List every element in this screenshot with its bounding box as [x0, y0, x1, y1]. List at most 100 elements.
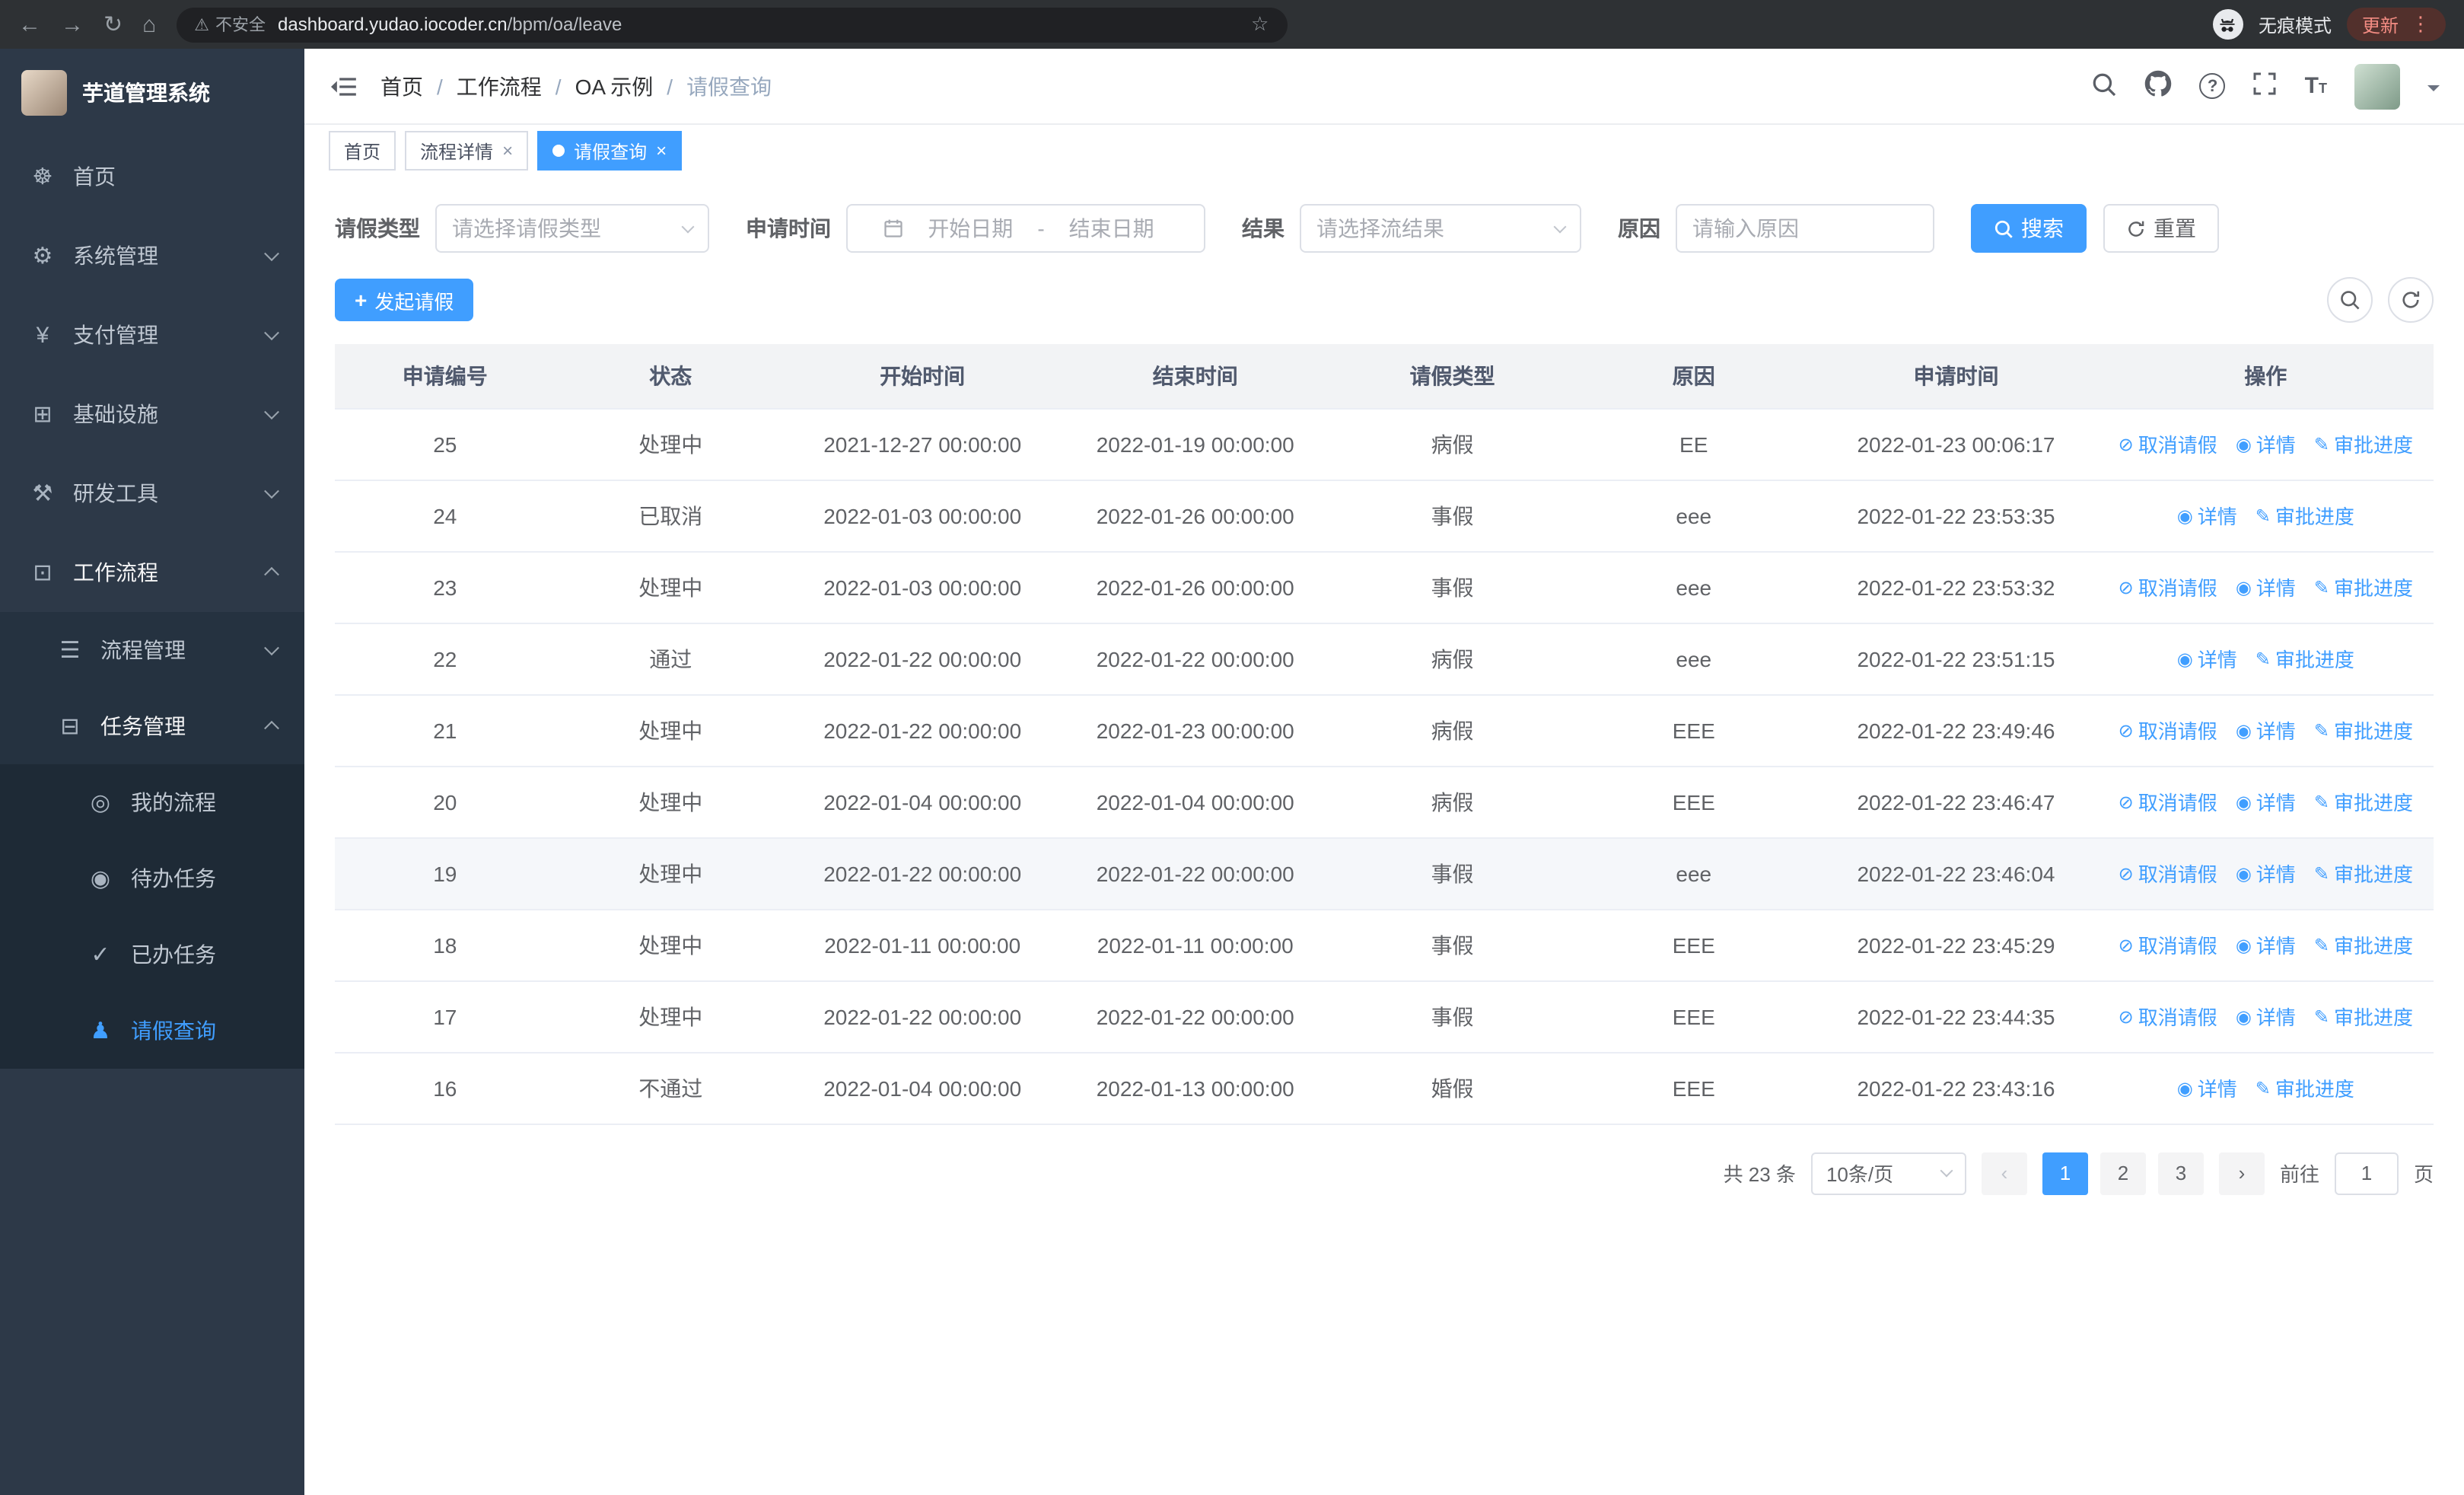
chevron-down-icon[interactable] — [2427, 84, 2440, 97]
sidebar-item-done-tasks[interactable]: ✓ 已办任务 — [0, 916, 304, 993]
detail-action-link[interactable]: ◉ 详情 — [2177, 501, 2237, 530]
font-size-icon[interactable]: TT — [2305, 73, 2327, 99]
goto-page-input[interactable] — [2334, 1152, 2399, 1194]
sidebar-item-system-management[interactable]: ⚙ 系统管理 — [0, 216, 304, 295]
progress-action-link[interactable]: ✎ 审批进度 — [2314, 716, 2413, 744]
detail-action-link[interactable]: ◉ 详情 — [2177, 644, 2237, 673]
prev-page-button[interactable]: ‹ — [1981, 1152, 2027, 1194]
sidebar-item-payment-management[interactable]: ¥ 支付管理 — [0, 295, 304, 375]
cancel-action-link[interactable]: ⊘ 取消请假 — [2119, 572, 2217, 601]
bookmark-star-icon[interactable]: ☆ — [1251, 12, 1269, 37]
detail-action-link[interactable]: ◉ 详情 — [2236, 572, 2296, 601]
table-cell: 21 — [335, 694, 556, 767]
tags-view-tab[interactable]: 请假查询 × — [537, 131, 683, 171]
cancel-action-link[interactable]: ⊘ 取消请假 — [2119, 429, 2217, 458]
search-button[interactable]: 搜索 — [1971, 204, 2087, 253]
forward-button[interactable]: → — [61, 13, 84, 36]
progress-action-link[interactable]: ✎ 审批进度 — [2255, 644, 2354, 673]
page-size-value: 10条/页 — [1826, 1163, 1894, 1186]
security-status[interactable]: ⚠ 不安全 — [194, 12, 266, 37]
github-icon[interactable] — [2145, 70, 2173, 102]
create-leave-button[interactable]: + 发起请假 — [335, 279, 474, 321]
detail-icon: ◉ — [2235, 862, 2252, 884]
page-buttons: 123 — [2042, 1152, 2204, 1194]
help-icon[interactable]: ? — [2199, 73, 2226, 99]
date-range-picker[interactable]: - — [846, 204, 1205, 253]
sidebar-item-infrastructure[interactable]: ⊞ 基础设施 — [0, 375, 304, 454]
leave-type-select[interactable]: 请选择请假类型 — [435, 204, 709, 253]
progress-action-link[interactable]: ✎ 审批进度 — [2314, 930, 2413, 959]
progress-action-link[interactable]: ✎ 审批进度 — [2255, 501, 2354, 530]
table-cell: 2022-01-03 00:00:00 — [785, 551, 1059, 623]
cancel-action-link[interactable]: ⊘ 取消请假 — [2119, 787, 2217, 816]
progress-action-link[interactable]: ✎ 审批进度 — [2314, 572, 2413, 601]
cancel-action-link[interactable]: ⊘ 取消请假 — [2119, 859, 2217, 888]
sidebar-item-dev-tools[interactable]: ⚒ 研发工具 — [0, 454, 304, 533]
breadcrumb-item[interactable]: 首页 — [380, 71, 423, 101]
fullscreen-icon[interactable] — [2253, 72, 2278, 100]
progress-action-link[interactable]: ✎ 审批进度 — [2314, 787, 2413, 816]
sidebar-item-home[interactable]: ☸ 首页 — [0, 137, 304, 216]
sidebar-item-process-management[interactable]: ☰ 流程管理 — [0, 612, 304, 688]
progress-action-link[interactable]: ✎ 审批进度 — [2314, 1002, 2413, 1031]
avatar[interactable] — [2354, 63, 2400, 109]
home-button[interactable]: ⌂ — [142, 13, 156, 36]
detail-action-link[interactable]: ◉ 详情 — [2177, 1073, 2237, 1102]
detail-action-link[interactable]: ◉ 详情 — [2236, 716, 2296, 744]
result-placeholder: 请选择流结果 — [1316, 216, 1444, 241]
close-icon[interactable]: × — [656, 140, 667, 161]
table-toolbar: + 发起请假 — [335, 277, 2434, 323]
table-row: 22 通过 2022-01-22 00:00:00 2022-01-22 00:00:… — [335, 623, 2434, 695]
breadcrumb-item[interactable]: OA 示例 — [575, 71, 654, 101]
detail-action-link[interactable]: ◉ 详情 — [2236, 1002, 2296, 1031]
detail-action-link[interactable]: ◉ 详情 — [2236, 859, 2296, 888]
sidebar-item-label: 支付管理 — [73, 323, 158, 347]
close-icon[interactable]: × — [502, 140, 513, 161]
address-bar[interactable]: ⚠ 不安全 dashboard.yudao.iocoder.cn/bpm/oa/… — [176, 7, 1288, 42]
browser-menu-icon[interactable]: ⋮ — [2411, 12, 2431, 37]
detail-icon: ◉ — [2235, 934, 2252, 955]
table-cell: eee — [1573, 551, 1815, 623]
sidebar-item-my-process[interactable]: ◎ 我的流程 — [0, 764, 304, 840]
refresh-table-button[interactable] — [2388, 277, 2434, 323]
reload-button[interactable]: ↻ — [103, 13, 123, 36]
start-date-input[interactable] — [912, 216, 1029, 241]
app-logo[interactable]: 芋道管理系统 — [0, 49, 304, 137]
reason-input[interactable] — [1676, 204, 1934, 253]
page-button-2[interactable]: 2 — [2099, 1152, 2146, 1194]
cancel-action-link[interactable]: ⊘ 取消请假 — [2119, 716, 2217, 744]
detail-action-link[interactable]: ◉ 详情 — [2236, 429, 2296, 458]
table-row: 23 处理中 2022-01-03 00:00:00 2022-01-26 00:00… — [335, 551, 2434, 623]
progress-action-link[interactable]: ✎ 审批进度 — [2255, 1073, 2354, 1102]
detail-action-link[interactable]: ◉ 详情 — [2236, 787, 2296, 816]
back-button[interactable]: ← — [18, 13, 41, 36]
collapse-menu-button[interactable] — [329, 71, 359, 101]
update-button[interactable]: 更新 ⋮ — [2346, 8, 2446, 41]
table-cell: 22 — [335, 623, 556, 695]
yen-icon: ¥ — [36, 322, 49, 348]
page-button-3[interactable]: 3 — [2157, 1152, 2204, 1194]
search-icon[interactable] — [2092, 71, 2118, 101]
cancel-action-link[interactable]: ⊘ 取消请假 — [2119, 1002, 2217, 1031]
detail-action-link[interactable]: ◉ 详情 — [2236, 930, 2296, 959]
table-cell: 2022-01-03 00:00:00 — [785, 480, 1059, 552]
page-size-select[interactable]: 10条/页 — [1810, 1152, 1966, 1194]
breadcrumb-item[interactable]: 工作流程 — [457, 71, 542, 101]
tags-view-tab[interactable]: 流程详情 × — [405, 131, 529, 171]
cancel-action-link[interactable]: ⊘ 取消请假 — [2119, 930, 2217, 959]
page-button-1[interactable]: 1 — [2042, 1152, 2088, 1194]
tags-view-tab[interactable]: 首页 — [329, 131, 396, 171]
sidebar-item-leave-query[interactable]: ♟ 请假查询 — [0, 993, 304, 1069]
sidebar-item-task-management[interactable]: ⊟ 任务管理 — [0, 688, 304, 764]
cancel-icon: ⊘ — [2118, 433, 2134, 454]
sidebar-item-todo-tasks[interactable]: ◉ 待办任务 — [0, 840, 304, 916]
reset-button[interactable]: 重置 — [2103, 204, 2219, 253]
progress-action-link[interactable]: ✎ 审批进度 — [2314, 429, 2413, 458]
cancel-icon: ⊘ — [2118, 719, 2134, 741]
result-select[interactable]: 请选择流结果 — [1300, 204, 1581, 253]
sidebar-item-workflow[interactable]: ⊡ 工作流程 — [0, 533, 304, 612]
toggle-search-button[interactable] — [2327, 277, 2373, 323]
progress-action-link[interactable]: ✎ 审批进度 — [2314, 859, 2413, 888]
end-date-input[interactable] — [1053, 216, 1170, 241]
next-page-button[interactable]: › — [2218, 1152, 2265, 1194]
